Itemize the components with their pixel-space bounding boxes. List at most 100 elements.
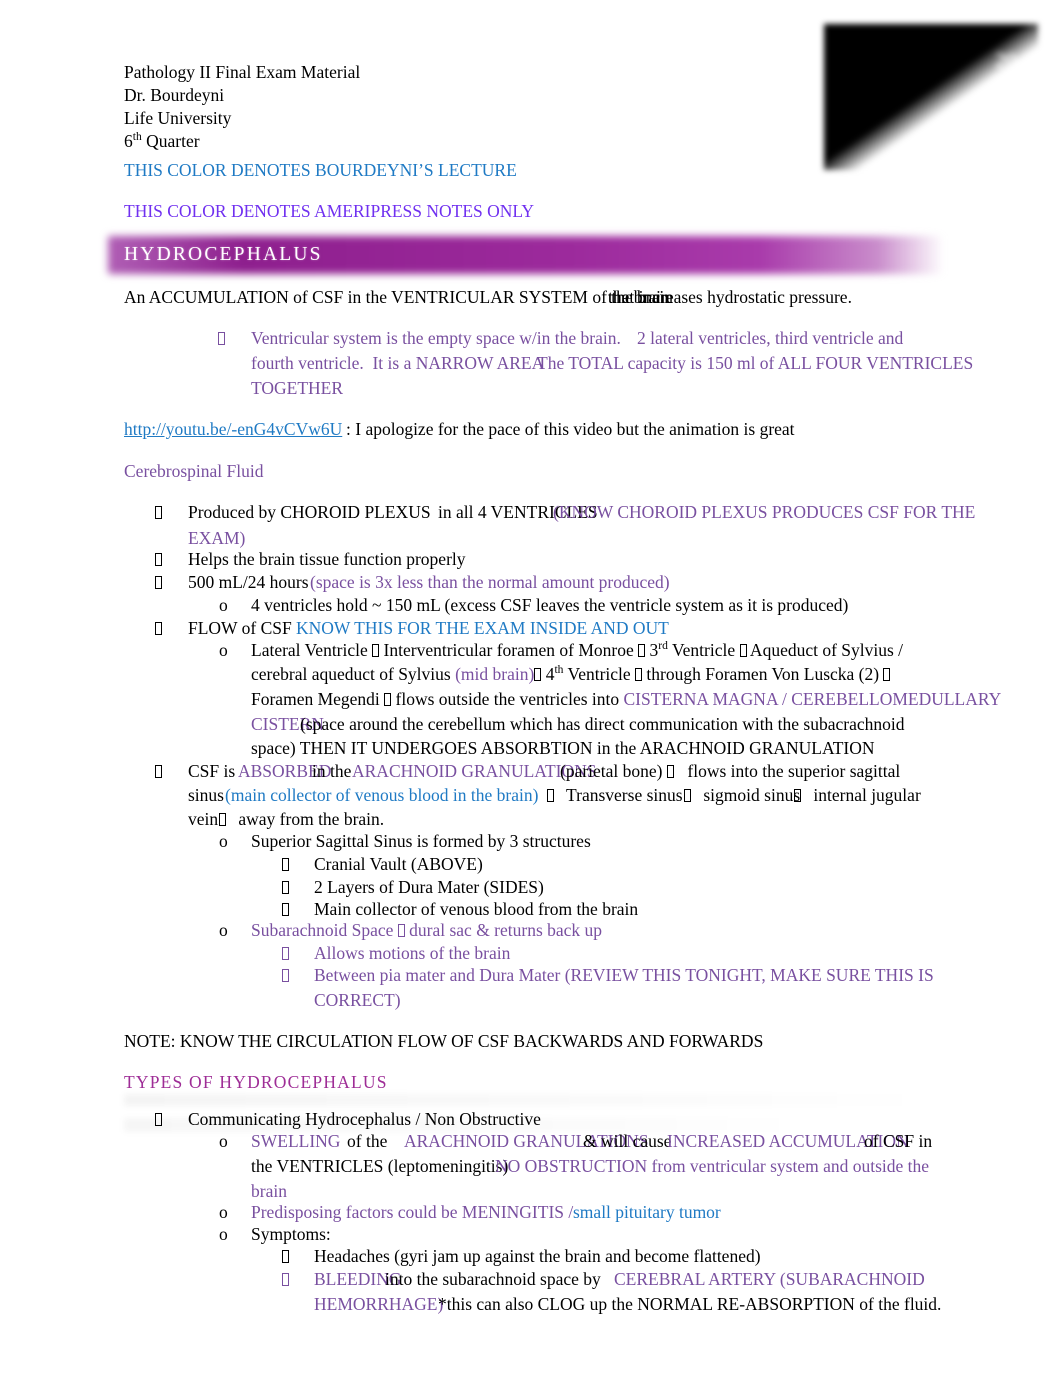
flow-l1-c-sup: rd	[658, 640, 668, 653]
bullet-glyph	[155, 501, 162, 524]
comm-predisposing-b: small pituitary tumor	[573, 1202, 721, 1222]
bullet-glyph	[282, 853, 289, 876]
symptom-1-b: into the subarachnoid space by	[385, 1269, 606, 1289]
banner-triangle-shape	[824, 24, 1038, 170]
symptom-1-c: CEREBRAL ARTERY (SUBARACHNOID	[614, 1269, 925, 1289]
section-title: HYDROCEPHALUS	[124, 244, 323, 265]
arrow-glyph-icon	[739, 644, 747, 657]
flow-l1-b: Interventricular foramen of Monroe	[379, 640, 639, 660]
bullet-glyph	[155, 617, 162, 640]
sub-bullet-marker: o	[219, 595, 228, 615]
flow-line-4-black: (space around the cerebellum which has d…	[300, 714, 905, 734]
comm-predisposing-a: Predisposing factors could be MENINGITIS…	[251, 1202, 574, 1222]
bullet-glyph	[218, 327, 225, 350]
bullet-glyph	[155, 760, 162, 783]
absorbed-a: CSF is	[188, 761, 236, 781]
flow-line-2: cerebral aqueduct of Sylvius (mid brain)…	[251, 663, 891, 686]
bullet-glyph	[282, 898, 289, 921]
communicating-title: Communicating Hydrocephalus / Non Obstru…	[188, 1109, 541, 1129]
sss-item-2: Main collector of venous blood from the …	[314, 899, 639, 919]
legend-ameripress-color: THIS COLOR DENOTES AMERIPRESS NOTES ONLY	[124, 201, 535, 221]
bullet-glyph	[282, 942, 289, 965]
absorbed-arrow	[667, 760, 674, 783]
quarter-word: Quarter	[141, 131, 200, 151]
absorbed-e: (parietal bone)	[560, 761, 667, 781]
comm-s2-b: NO OBSTRUCTION from ventricular system a…	[495, 1156, 930, 1176]
square-bullet-icon	[282, 969, 289, 982]
arrow-glyph-icon	[635, 668, 643, 681]
types-heading-shadow	[124, 1094, 934, 1106]
arrow-glyph-icon	[794, 789, 801, 802]
note-line: NOTE: KNOW THE CIRCULATION FLOW OF CSF B…	[124, 1031, 764, 1051]
course-title: Pathology II Final Exam Material	[124, 62, 361, 82]
subarachnoid-item-2: CORRECT)	[314, 990, 401, 1010]
flow-l2-c: Ventricle	[563, 664, 636, 684]
absorbed-arrow	[794, 784, 801, 807]
arrow-glyph-icon	[667, 765, 674, 778]
ventricular-line2b: The TOTAL capacity is 150 ml of ALL FOUR…	[537, 353, 974, 373]
square-bullet-icon	[155, 576, 162, 589]
square-bullet-icon	[155, 1113, 162, 1126]
sub-bullet-marker: o	[219, 920, 228, 940]
arrow-glyph-icon	[397, 924, 405, 937]
csf-bullet-0-purple: (KNOW CHOROID PLEXUS PRODUCES CSF FOR TH…	[553, 502, 976, 522]
absorbed-g-blue: (main collector of venous blood in the b…	[225, 785, 539, 805]
flow-l1-c: 3	[645, 640, 659, 660]
bullet-glyph	[155, 548, 162, 571]
square-bullet-icon	[218, 332, 225, 345]
absorbed-l: away from the brain.	[234, 809, 385, 829]
video-note: : I apologize for the pace of this video…	[346, 419, 795, 439]
absorbed-arrow	[219, 808, 226, 831]
sub-bullet-marker: o	[219, 831, 228, 851]
sss-item-0: Cranial Vault (ABOVE)	[314, 854, 483, 874]
absorbed-i: sigmoid sinus	[699, 785, 805, 805]
comm-s1-b: of the	[347, 1131, 392, 1151]
sub-bullet-marker: o	[219, 1202, 228, 1222]
subarachnoid-item-0: Allows motions of the brain	[314, 943, 511, 963]
comm-s2-a: the VENTRICLES (leptomeningitis)	[251, 1156, 509, 1176]
symptoms-label: Symptoms:	[251, 1224, 331, 1244]
types-heading: TYPES OF HYDROCEPHALUS	[124, 1072, 388, 1092]
csf-150ml-note: 4 ventricles hold ~ 150 mL (excess CSF l…	[251, 595, 849, 615]
absorbed-h: Transverse sinus	[562, 785, 687, 805]
quarter-line: 6th Quarter	[124, 130, 200, 153]
square-bullet-icon	[282, 903, 289, 916]
csf-bullet-0-purple-line2: EXAM)	[188, 528, 246, 548]
flow-l1-d: Ventricle	[667, 640, 740, 660]
arrow-glyph-icon	[684, 789, 691, 802]
school-name: Life University	[124, 108, 232, 128]
absorbed-g: sinus	[188, 785, 229, 805]
flow-l3-a: Foramen Megendi	[251, 689, 385, 709]
ventricular-line1b: 2 lateral ventricles, third ventricle an…	[637, 328, 904, 348]
comm-s1-a: SWELLING	[251, 1131, 341, 1151]
sss-title: Superior Sagittal Sinus is formed by 3 s…	[251, 831, 591, 851]
arrow-glyph-icon	[547, 789, 554, 802]
csf-bullet-2-a: 500 mL/24 hours	[188, 572, 313, 592]
flow-l2-d: through Foramen Von Luscka (2)	[642, 664, 884, 684]
flow-label: FLOW of CSF	[188, 618, 297, 638]
subarachnoid-b: dural sac & returns back up	[404, 920, 603, 940]
page-number-banner: 20	[824, 24, 1038, 170]
ventricular-line3: TOGETHER	[251, 378, 344, 398]
flow-line-5: space) THEN IT UNDERGOES ABSORBTION in t…	[251, 738, 875, 758]
absorbed-arrow	[547, 784, 554, 807]
ventricular-line2a: fourth ventricle. It is a NARROW AREA	[251, 353, 545, 373]
flow-l1-e: Aqueduct of Sylvius /	[746, 640, 904, 660]
video-link[interactable]: http://youtu.be/-enG4vCVw6U	[124, 418, 342, 441]
bullet-glyph	[282, 1245, 289, 1268]
square-bullet-icon	[155, 622, 162, 635]
quarter-ordinal-suffix: th	[132, 131, 142, 144]
bullet-glyph	[282, 964, 289, 987]
flow-line-1: Lateral Ventricle Interventricular foram…	[251, 639, 903, 662]
absorbed-j: internal jugular	[809, 785, 921, 805]
sub-bullet-marker: o	[219, 1224, 228, 1244]
comm-s1-f: of CSF in	[864, 1131, 933, 1151]
flow-l2-midbrain: (mid brain)	[455, 664, 535, 684]
subarachnoid-item-1: Between pia mater and Dura Mater (REVIEW…	[314, 965, 934, 985]
legend-lecture-color: THIS COLOR DENOTES BOURDEYNI’S LECTURE	[124, 160, 517, 180]
sub-bullet-marker: o	[219, 1131, 228, 1151]
symptom-1-d: HEMORRHAGE)	[314, 1294, 444, 1314]
ventricular-line1a: Ventricular system is the empty space w/…	[251, 328, 621, 348]
bullet-glyph	[155, 1108, 162, 1131]
subarachnoid-line: Subarachnoid Space dural sac & returns b…	[251, 919, 602, 942]
